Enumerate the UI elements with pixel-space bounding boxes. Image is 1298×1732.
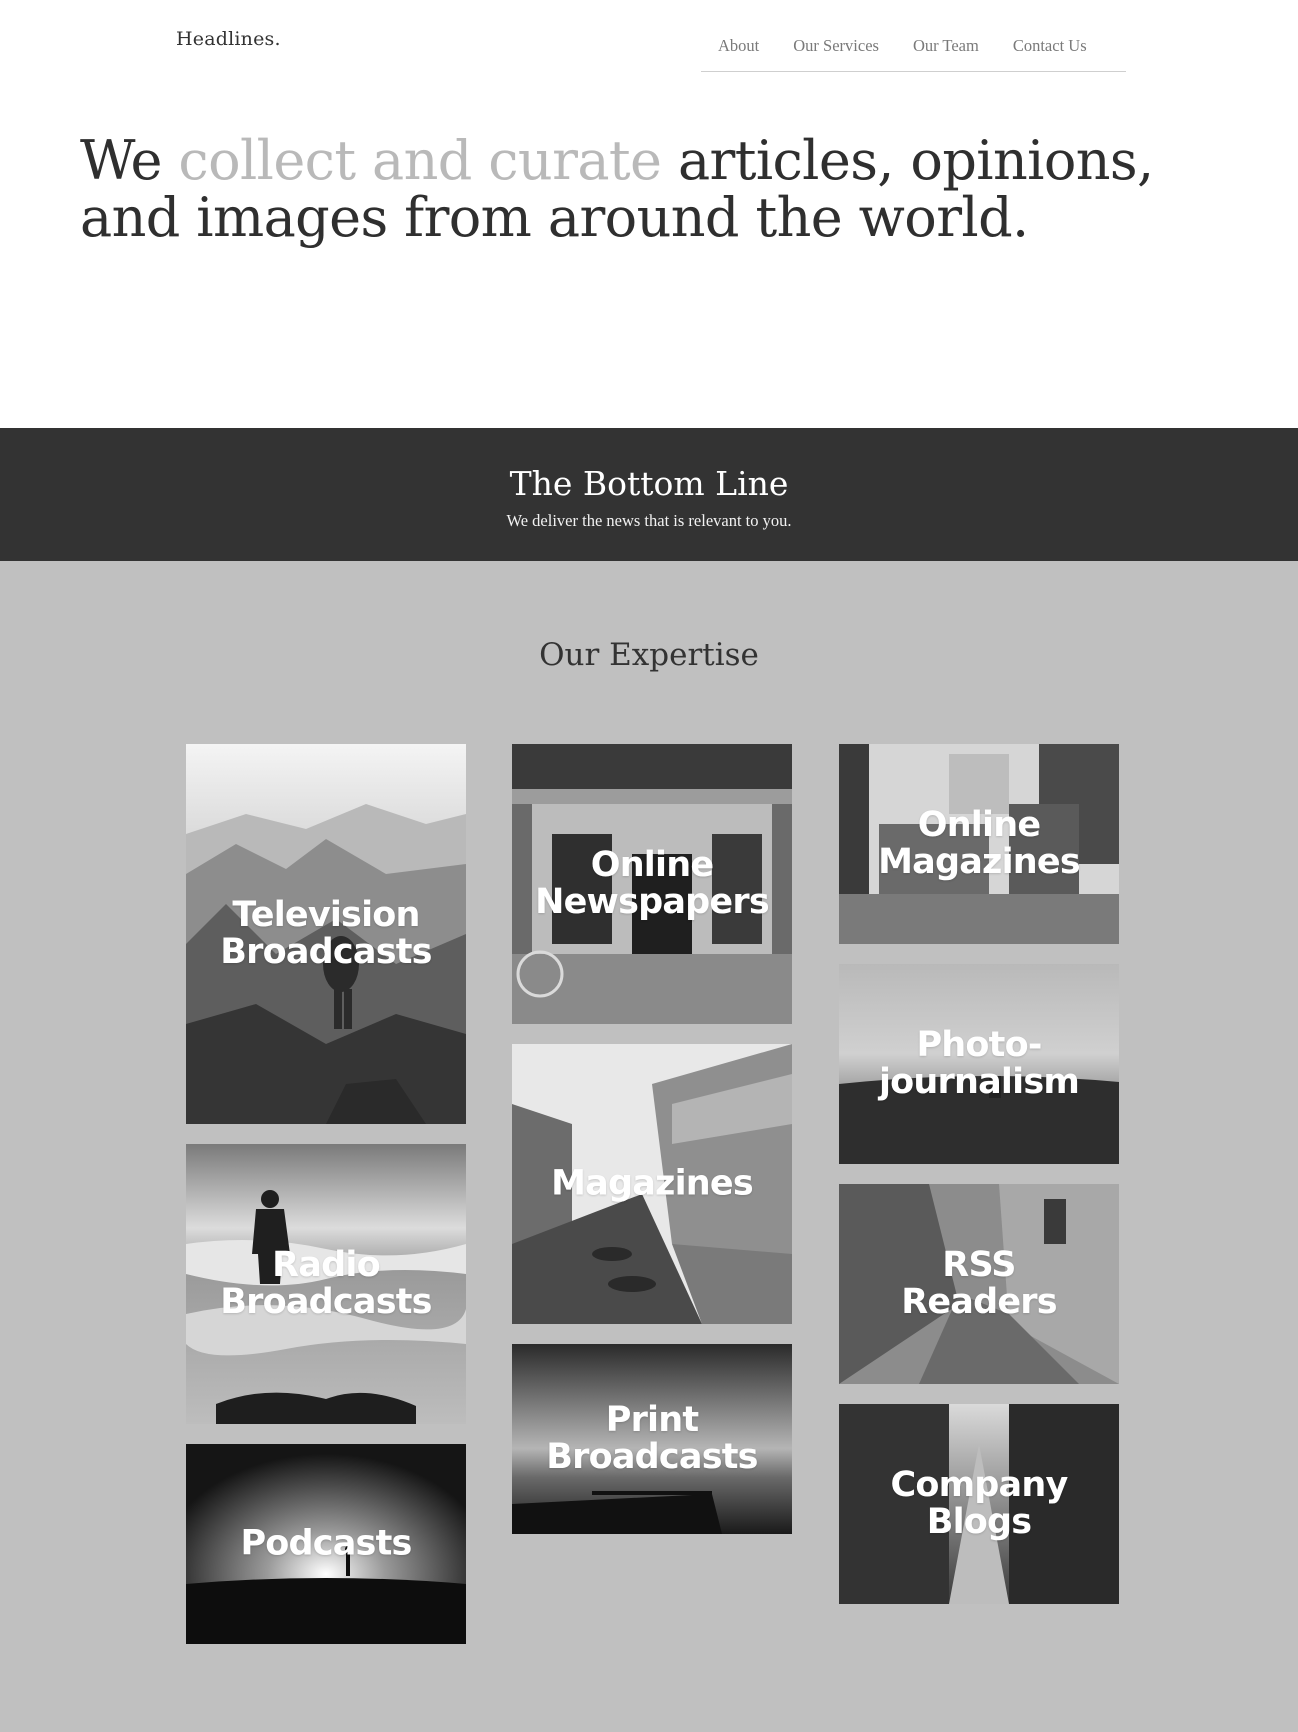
brand-logo[interactable]: Headlines. (176, 28, 281, 50)
tile-label: RSS Readers (901, 1245, 1057, 1322)
nav-our-services[interactable]: Our Services (793, 34, 879, 71)
tile-label: Radio Broadcasts (220, 1245, 432, 1322)
expertise-title: Our Expertise (539, 637, 759, 673)
tile-label: Magazines (551, 1163, 754, 1204)
tile-online-newspapers[interactable]: Online Newspapers (512, 744, 792, 1024)
tile-label: Company Blogs (890, 1465, 1068, 1542)
tile-television-broadcasts[interactable]: Television Broadcasts (186, 744, 466, 1124)
nav-contact-us[interactable]: Contact Us (1013, 34, 1087, 71)
hero-text-highlight: collect and curate (178, 129, 662, 192)
hero-text-start: We (80, 129, 179, 192)
tile-print-broadcasts[interactable]: Print Broadcasts (512, 1344, 792, 1534)
tile-label: Print Broadcasts (546, 1400, 758, 1477)
tile-label: Online Newspapers (535, 845, 770, 922)
hero-headline: We collect and curate articles, opinions… (80, 132, 1240, 246)
tile-label: Podcasts (240, 1523, 412, 1564)
band-subtitle: We deliver the news that is relevant to … (506, 511, 792, 530)
tile-label: Online Magazines (878, 805, 1081, 882)
band-title: The Bottom Line (509, 464, 789, 503)
tile-magazines[interactable]: Magazines (512, 1044, 792, 1324)
tile-radio-broadcasts[interactable]: Radio Broadcasts (186, 1144, 466, 1424)
tile-online-magazines[interactable]: Online Magazines (839, 744, 1119, 944)
tile-label: Television Broadcasts (220, 895, 432, 972)
bottom-line-band: The Bottom Line We deliver the news that… (0, 428, 1298, 561)
main-nav: About Our Services Our Team Contact Us (701, 34, 1126, 72)
tile-label: Photo- journalism (878, 1025, 1080, 1102)
nav-our-team[interactable]: Our Team (913, 34, 979, 71)
tile-podcasts[interactable]: Podcasts (186, 1444, 466, 1644)
nav-about[interactable]: About (718, 34, 759, 71)
tile-photojournalism[interactable]: Photo- journalism (839, 964, 1119, 1164)
tile-rss-readers[interactable]: RSS Readers (839, 1184, 1119, 1384)
tile-company-blogs[interactable]: Company Blogs (839, 1404, 1119, 1604)
